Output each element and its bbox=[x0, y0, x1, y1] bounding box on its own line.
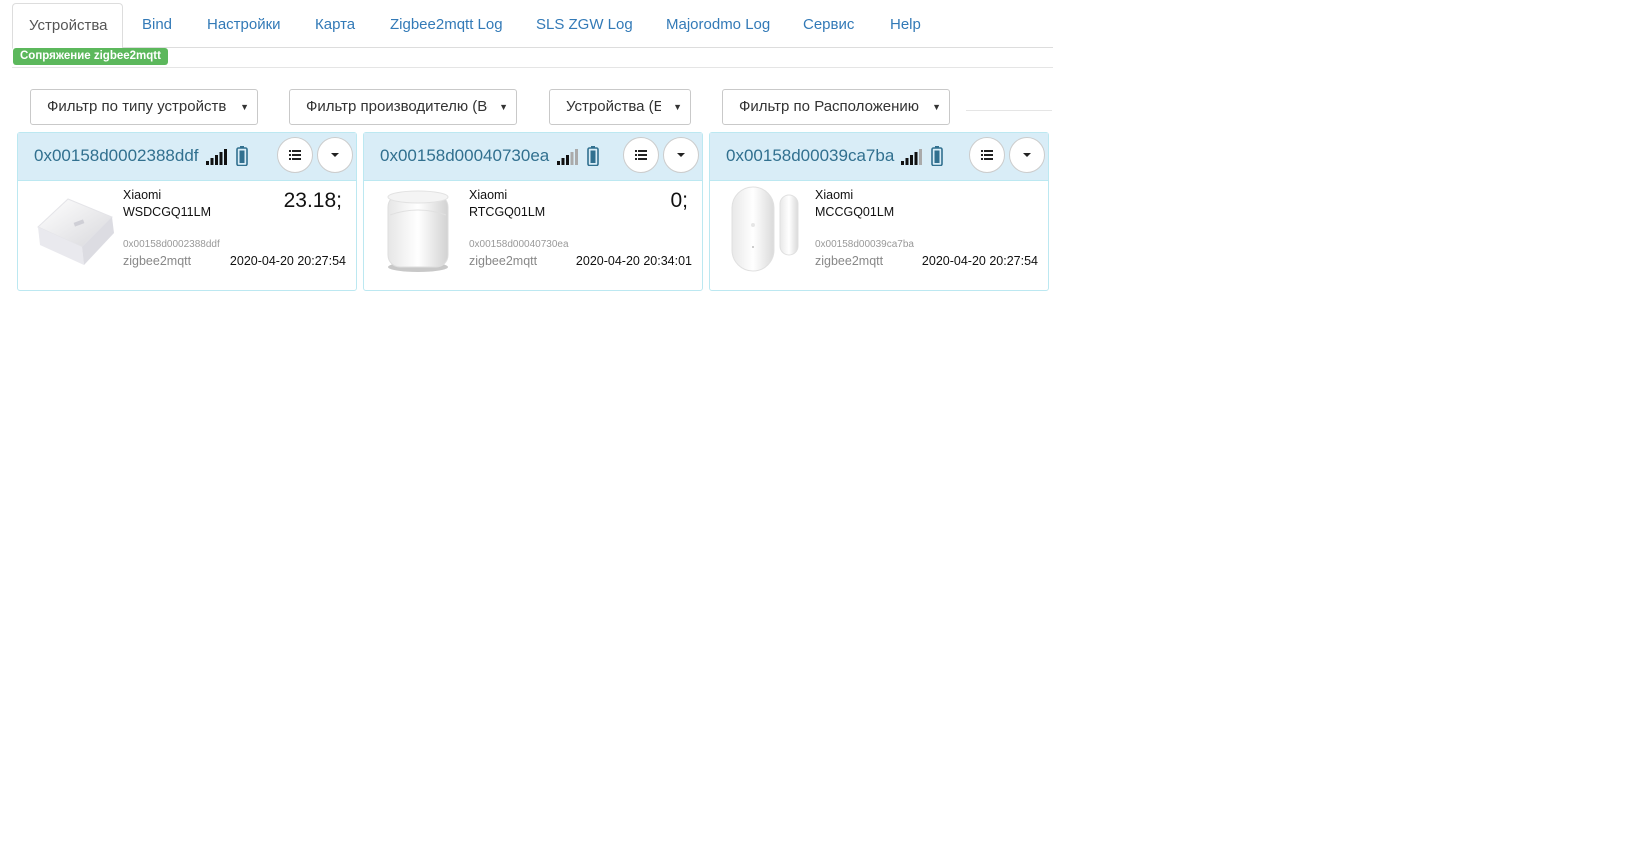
tab-help[interactable]: Help bbox=[874, 3, 937, 48]
device-address: 0x00158d0002388ddf bbox=[123, 239, 220, 250]
device-card: 0x00158d0002388ddf Xiaomi WSDCGQ11LM 23.… bbox=[17, 132, 357, 291]
tab-devices[interactable]: Устройства bbox=[12, 3, 123, 49]
tab-service[interactable]: Сервис bbox=[787, 3, 870, 48]
device-timestamp: 2020-04-20 20:27:54 bbox=[921, 254, 1038, 268]
device-image bbox=[37, 198, 114, 265]
device-card: 0x00158d00039ca7ba Xiaomi MCCGQ01LM 0x00… bbox=[709, 132, 1049, 291]
tab-sls-zgw-log[interactable]: SLS ZGW Log bbox=[520, 3, 649, 48]
dropdown-button[interactable] bbox=[663, 137, 699, 173]
nav-tabs: Устройства Bind Настройки Карта Zigbee2m… bbox=[12, 0, 1053, 49]
device-manufacturer: Xiaomi bbox=[469, 188, 508, 202]
device-model: RTCGQ01LM bbox=[469, 205, 546, 219]
tab-zigbee2mqtt-log[interactable]: Zigbee2mqtt Log bbox=[374, 3, 519, 48]
signal-bars-icon bbox=[901, 149, 922, 165]
tab-settings[interactable]: Настройки bbox=[191, 3, 297, 48]
device-manufacturer: Xiaomi bbox=[815, 188, 854, 202]
device-title-link[interactable]: 0x00158d00040730ea bbox=[380, 146, 549, 166]
divider bbox=[966, 110, 1052, 111]
device-bridge: zigbee2mqtt bbox=[123, 254, 192, 268]
filter-device-type-label: Фильтр по типу устройств bbox=[47, 98, 227, 115]
device-model: WSDCGQ11LM bbox=[123, 205, 211, 219]
battery-icon bbox=[931, 146, 943, 166]
device-timestamp: 2020-04-20 20:27:54 bbox=[229, 254, 346, 268]
filter-devices-label: Устройства (Е bbox=[566, 98, 661, 115]
list-button[interactable] bbox=[623, 137, 659, 173]
caret-down-icon: ▼ bbox=[240, 102, 249, 112]
signal-bars-icon bbox=[206, 149, 227, 165]
device-card-header: 0x00158d0002388ddf bbox=[18, 133, 356, 181]
battery-icon bbox=[587, 146, 599, 166]
filter-location-label: Фильтр по Расположению bbox=[739, 98, 920, 115]
device-bridge: zigbee2mqtt bbox=[469, 254, 538, 268]
signal-bars-icon bbox=[557, 149, 578, 165]
filter-devices-select[interactable]: Устройства (Е ▼ bbox=[549, 89, 691, 125]
device-address: 0x00158d00040730ea bbox=[469, 239, 569, 250]
dropdown-button[interactable] bbox=[1009, 137, 1045, 173]
device-bridge: zigbee2mqtt bbox=[815, 254, 884, 268]
device-address: 0x00158d00039ca7ba bbox=[815, 239, 914, 250]
caret-down-icon: ▼ bbox=[932, 102, 941, 112]
device-card: 0x00158d00040730ea Xiaomi RTCGQ01LM 0; 0… bbox=[363, 132, 703, 291]
divider bbox=[12, 67, 1053, 68]
filter-device-type-select[interactable]: Фильтр по типу устройств ▼ bbox=[30, 89, 258, 125]
device-timestamp: 2020-04-20 20:34:01 bbox=[575, 254, 692, 268]
device-image bbox=[731, 186, 799, 272]
list-button[interactable] bbox=[277, 137, 313, 173]
caret-down-icon bbox=[1023, 153, 1031, 157]
device-model: MCCGQ01LM bbox=[815, 205, 895, 219]
device-image bbox=[387, 190, 449, 272]
list-icon bbox=[981, 150, 993, 160]
list-icon bbox=[635, 150, 647, 160]
device-manufacturer: Xiaomi bbox=[123, 188, 162, 202]
caret-down-icon: ▼ bbox=[499, 102, 508, 112]
filter-location-select[interactable]: Фильтр по Расположению ▼ bbox=[722, 89, 950, 125]
device-title-link[interactable]: 0x00158d0002388ddf bbox=[34, 146, 199, 166]
device-value: 23.18; bbox=[283, 189, 342, 212]
device-card-header: 0x00158d00039ca7ba bbox=[710, 133, 1048, 181]
battery-icon bbox=[236, 146, 248, 166]
device-title-link[interactable]: 0x00158d00039ca7ba bbox=[726, 146, 894, 166]
list-button[interactable] bbox=[969, 137, 1005, 173]
caret-down-icon: ▼ bbox=[673, 102, 682, 112]
device-card-header: 0x00158d00040730ea bbox=[364, 133, 702, 181]
list-icon bbox=[289, 150, 301, 160]
filter-manufacturer-label: Фильтр производителю (Вс bbox=[306, 98, 488, 115]
tab-bind[interactable]: Bind bbox=[126, 3, 188, 48]
dropdown-button[interactable] bbox=[317, 137, 353, 173]
pairing-badge[interactable]: Сопряжение zigbee2mqtt bbox=[13, 48, 168, 65]
caret-down-icon bbox=[677, 153, 685, 157]
device-value: 0; bbox=[670, 189, 688, 212]
tab-map[interactable]: Карта bbox=[299, 3, 371, 48]
filter-manufacturer-select[interactable]: Фильтр производителю (Вс ▼ bbox=[289, 89, 517, 125]
caret-down-icon bbox=[331, 153, 339, 157]
tab-majorodmo-log[interactable]: Majorodmo Log bbox=[650, 3, 786, 48]
